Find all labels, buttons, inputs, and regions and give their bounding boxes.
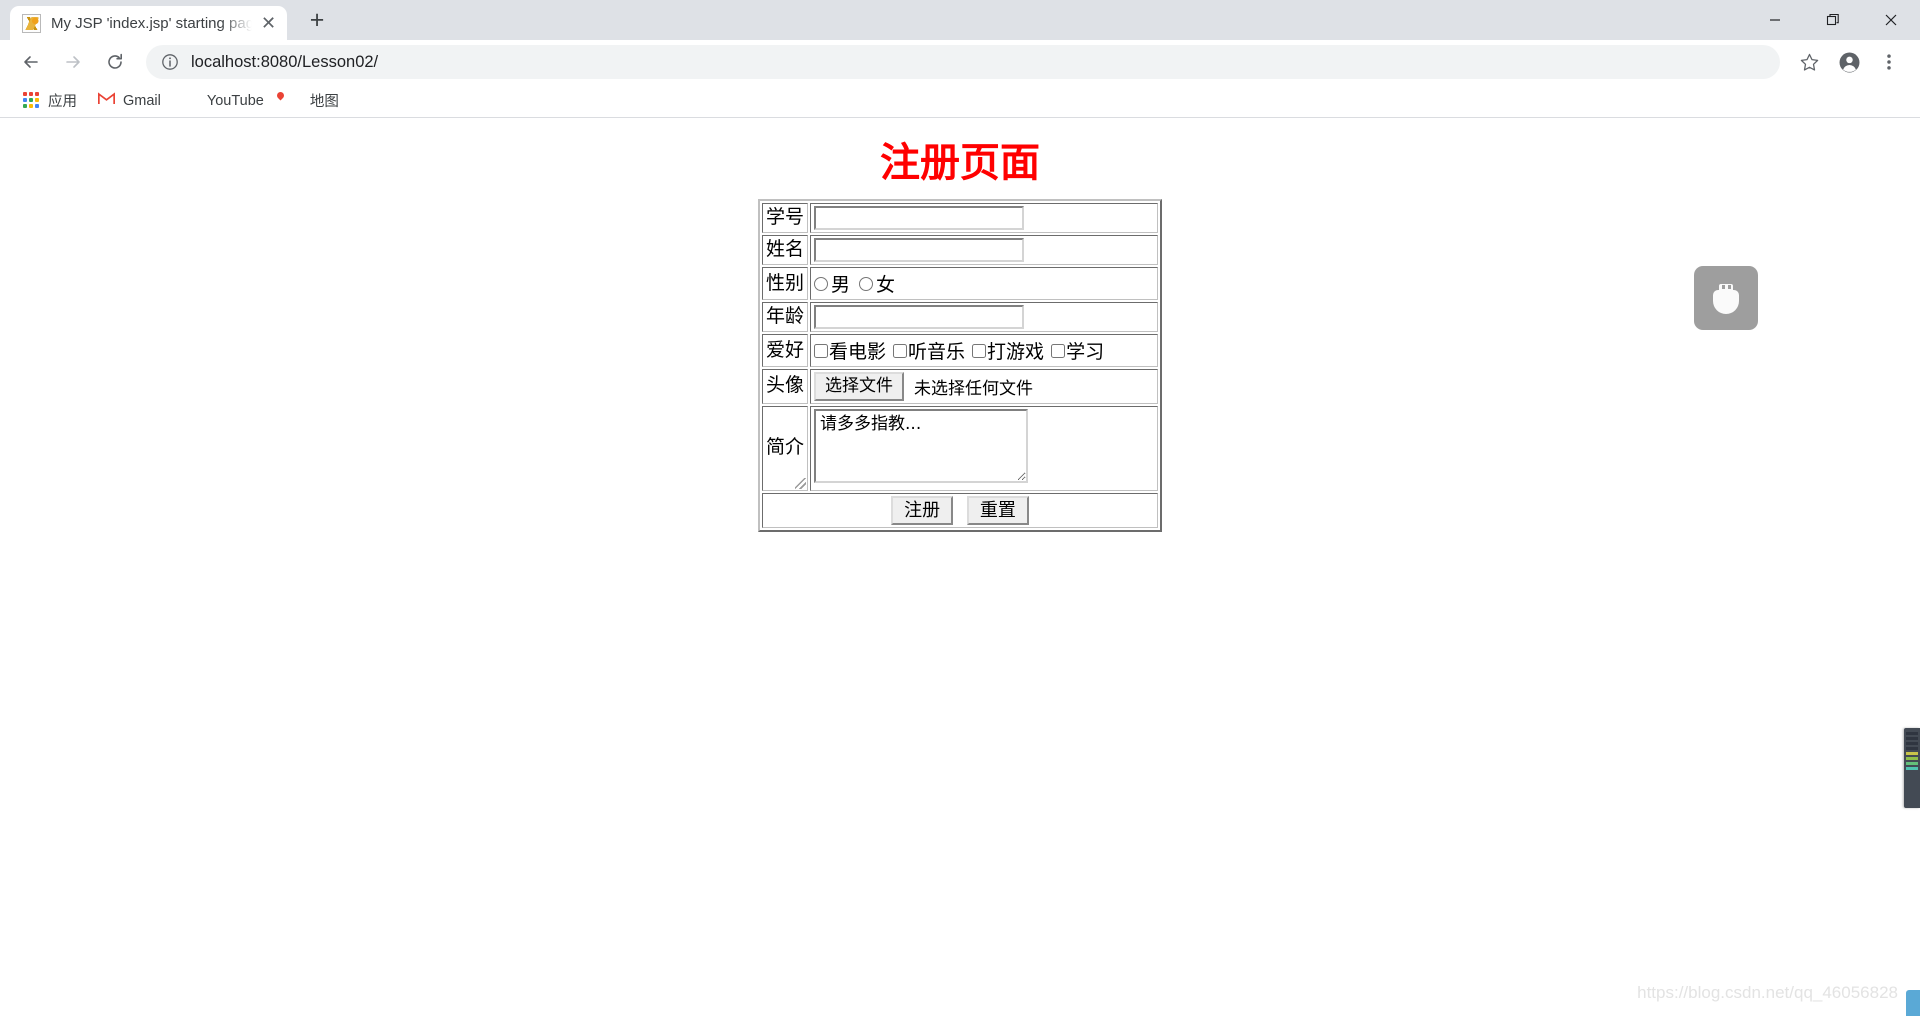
label-bio-text: 简介 — [766, 436, 805, 459]
close-window-icon[interactable] — [1862, 0, 1920, 40]
radio-label-female: 女 — [876, 274, 896, 296]
radio-option-female[interactable]: 女 — [859, 270, 895, 297]
reset-button[interactable]: 重置 — [966, 495, 1029, 526]
checkbox-option-movies[interactable]: 看电影 — [814, 337, 886, 364]
cell-name — [810, 235, 1158, 265]
file-status-text: 未选择任何文件 — [914, 378, 1034, 399]
bookmark-label: Gmail — [123, 92, 161, 109]
table-row-bio: 简介 请多多指教... — [762, 405, 1158, 491]
table-row-avatar: 头像 选择文件 未选择任何文件 — [762, 369, 1158, 404]
table-row-age: 年龄 — [762, 302, 1158, 332]
cell-bio: 请多多指教... — [810, 405, 1158, 491]
tab-title: My JSP 'index.jsp' starting page — [51, 14, 256, 32]
hobby-checkbox-music[interactable] — [893, 343, 908, 358]
maximize-icon[interactable] — [1804, 0, 1862, 40]
table-row-student-id: 学号 — [762, 203, 1158, 233]
bookmarks-bar: 应用 Gmail YouTube 地图 — [0, 84, 1920, 118]
side-scrollbar-widget[interactable] — [1904, 728, 1920, 808]
close-tab-icon[interactable]: ✕ — [256, 11, 281, 36]
checkbox-label-music: 听音乐 — [908, 341, 966, 363]
table-row-name: 姓名 — [762, 235, 1158, 265]
checkbox-label-study: 学习 — [1066, 341, 1105, 363]
hobby-checkbox-games[interactable] — [972, 343, 987, 358]
hobbies-checkbox-group: 看电影 听音乐 打游戏 学习 — [814, 337, 1154, 364]
maps-icon — [285, 92, 302, 109]
browser-tab[interactable]: My JSP 'index.jsp' starting page ✕ — [10, 6, 287, 40]
gender-radio-male[interactable] — [814, 276, 829, 291]
bookmark-label: 应用 — [48, 94, 77, 110]
cell-student-id — [810, 203, 1158, 233]
name-input[interactable] — [814, 238, 1025, 262]
apps-grid-icon — [23, 92, 40, 109]
bookmark-apps[interactable]: 应用 — [14, 87, 86, 115]
reload-icon[interactable] — [96, 43, 134, 81]
cell-age — [810, 302, 1158, 332]
new-tab-button[interactable]: + — [299, 2, 335, 38]
page-title: 注册页面 — [880, 140, 1040, 186]
checkbox-option-games[interactable]: 打游戏 — [972, 337, 1044, 364]
checkbox-label-movies: 看电影 — [829, 341, 887, 363]
radio-label-male: 男 — [831, 274, 851, 296]
table-row-gender: 性别 男 女 — [762, 267, 1158, 300]
label-bio: 简介 — [762, 405, 809, 491]
tab-strip: My JSP 'index.jsp' starting page ✕ + — [0, 0, 1920, 40]
minimize-icon[interactable] — [1746, 0, 1804, 40]
age-input[interactable] — [814, 305, 1025, 329]
watermark-text: https://blog.csdn.net/qq_46056828 — [1637, 983, 1898, 1002]
forward-icon[interactable] — [54, 43, 92, 81]
profile-avatar-icon[interactable] — [1830, 43, 1868, 81]
registration-form-table: 学号 姓名 性别 男 女 年龄 爱好 看电影 听音乐 打游戏 学习 头像 选择文… — [758, 199, 1162, 533]
browser-toolbar: localhost:8080/Lesson02/ — [0, 40, 1920, 84]
label-age: 年龄 — [762, 302, 809, 332]
label-hobbies: 爱好 — [762, 334, 809, 367]
broken-image-placeholder-icon — [1694, 266, 1758, 330]
bio-textarea[interactable]: 请多多指教... — [814, 408, 1029, 483]
gender-radio-female[interactable] — [859, 276, 874, 291]
cell-actions: 注册 重置 — [762, 492, 1158, 529]
hobby-checkbox-movies[interactable] — [814, 343, 829, 358]
bookmark-maps[interactable]: 地图 — [276, 87, 348, 115]
student-id-input[interactable] — [814, 206, 1025, 230]
browser-window: My JSP 'index.jsp' starting page ✕ + loc… — [0, 0, 1920, 1016]
choose-file-button[interactable]: 选择文件 — [814, 372, 905, 401]
three-dot-menu-icon[interactable] — [1870, 43, 1908, 81]
back-icon[interactable] — [12, 43, 50, 81]
bookmark-youtube[interactable]: YouTube — [173, 87, 273, 115]
label-avatar: 头像 — [762, 369, 809, 404]
youtube-icon — [182, 92, 199, 109]
submit-button[interactable]: 注册 — [891, 495, 954, 526]
toolbar-right-actions — [1788, 43, 1908, 81]
label-name: 姓名 — [762, 235, 809, 265]
resize-handle-icon[interactable] — [795, 477, 807, 489]
table-row-hobbies: 爱好 看电影 听音乐 打游戏 学习 — [762, 334, 1158, 367]
label-gender: 性别 — [762, 267, 809, 300]
tomcat-favicon — [22, 13, 41, 33]
cell-gender: 男 女 — [810, 267, 1158, 300]
label-student-id: 学号 — [762, 203, 809, 233]
file-input-row: 选择文件 未选择任何文件 — [814, 372, 1154, 401]
table-row-actions: 注册 重置 — [762, 492, 1158, 529]
address-bar-url: localhost:8080/Lesson02/ — [191, 52, 379, 71]
address-bar[interactable]: localhost:8080/Lesson02/ — [146, 45, 1780, 79]
site-information-icon[interactable] — [160, 52, 180, 72]
scrollbar-thumb[interactable] — [1906, 990, 1920, 1016]
bookmark-star-icon[interactable] — [1790, 43, 1828, 81]
checkbox-option-study[interactable]: 学习 — [1051, 337, 1104, 364]
gender-radio-group: 男 女 — [814, 270, 1154, 297]
bookmark-label: YouTube — [206, 92, 264, 109]
page-viewport: 注册页面 学号 姓名 性别 男 女 年龄 爱好 看电影 听音乐 打游戏 学习 头… — [0, 118, 1920, 1016]
window-controls — [1746, 0, 1920, 40]
bookmark-gmail[interactable]: Gmail — [89, 87, 170, 115]
checkbox-option-music[interactable]: 听音乐 — [893, 337, 965, 364]
checkbox-label-games: 打游戏 — [987, 341, 1045, 363]
bookmark-label: 地图 — [309, 94, 339, 110]
radio-option-male[interactable]: 男 — [814, 270, 850, 297]
gmail-icon — [98, 92, 115, 109]
cell-avatar: 选择文件 未选择任何文件 — [810, 369, 1158, 404]
cell-hobbies: 看电影 听音乐 打游戏 学习 — [810, 334, 1158, 367]
hobby-checkbox-study[interactable] — [1051, 343, 1066, 358]
